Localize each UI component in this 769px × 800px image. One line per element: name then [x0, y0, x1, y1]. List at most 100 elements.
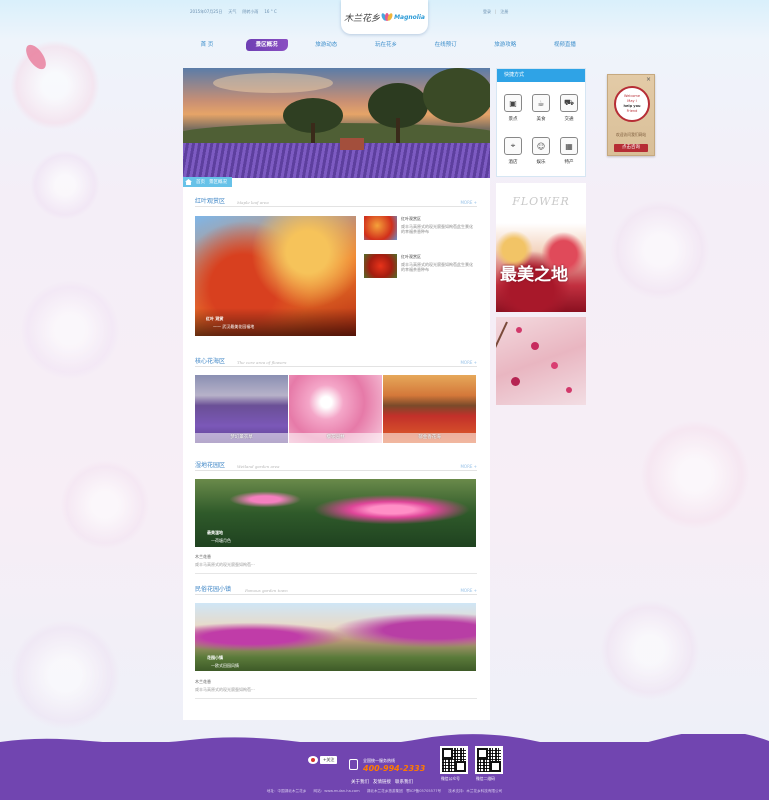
quick-link-sights[interactable]: ▣ 景点: [500, 94, 526, 122]
maple-item-title[interactable]: 红叶观赏区: [401, 216, 421, 222]
section-title: 民俗花园小镇: [195, 586, 232, 593]
top-links: 登录 | 注册: [483, 9, 508, 15]
section-title: 湿地花园区: [195, 462, 226, 469]
nav-live-video[interactable]: 视频直播: [544, 39, 586, 51]
nav-guide[interactable]: 旅游攻略: [484, 39, 526, 51]
section-title: 核心花海区: [195, 358, 226, 365]
footer-links: 关于我们 友情链接 联系我们: [351, 779, 413, 785]
quick-link-hotel[interactable]: ⌖ 酒店: [500, 137, 526, 165]
photo-caption: 樱花园林: [289, 433, 382, 443]
site-logo[interactable]: 木兰花乡 Magnolia: [341, 0, 428, 34]
nav-play[interactable]: 玩在花乡: [365, 39, 407, 51]
photo-caption: 梦幻薰衣草: [195, 433, 288, 443]
main-nav: 首 页 景区概况 旅游动态 玩在花乡 在线预订 旅游攻略 视频直播: [186, 39, 586, 51]
logo-cn-text: 木兰花乡: [344, 13, 381, 24]
quick-link-food[interactable]: ☕ 美食: [528, 94, 554, 122]
quick-link-specialty[interactable]: ▦ 特产: [556, 137, 582, 165]
quick-link-label: 美食: [536, 117, 546, 122]
car-icon: ⛟: [560, 94, 578, 112]
date-text: 2015年07月25日: [190, 9, 223, 14]
close-icon[interactable]: ×: [646, 76, 651, 83]
town-caption-title: 花园小镇: [207, 655, 223, 660]
section-subtitle-en: Maple leaf area: [237, 200, 269, 205]
home-icon[interactable]: [185, 179, 192, 185]
quick-link-entertainment[interactable]: ☺ 娱乐: [528, 137, 554, 165]
copyright-text: 地址：中国湖北木兰花乡 网站：www.mulan.ha.com 湖北木兰花乡旅游…: [266, 789, 503, 793]
footer-link-about[interactable]: 关于我们: [351, 779, 369, 785]
main-content: 首页 景区概况 红叶观赏区 Maple leaf area MORE + 红叶 …: [183, 68, 490, 720]
maple-thumb-1[interactable]: [364, 216, 397, 240]
cherry-blossom-image[interactable]: 樱花园林: [289, 375, 382, 443]
more-link[interactable]: MORE +: [460, 464, 477, 469]
weather-text: 阴转小雨: [242, 9, 259, 14]
footer-link-contact[interactable]: 联系我们: [395, 779, 413, 785]
weibo-icon: [308, 756, 318, 764]
nav-booking[interactable]: 在线预订: [425, 39, 467, 51]
ad-big-text: 最美之地: [500, 265, 568, 285]
qr-label: 微信二维码: [476, 776, 495, 781]
lotus-image[interactable]: 最美湿地 —荷塘月色: [195, 479, 476, 547]
consult-button[interactable]: 点击咨询: [614, 144, 648, 152]
hotline-number[interactable]: 400-994-2333: [363, 764, 425, 773]
garden-town-image[interactable]: 花园小镇 —欧式田园风情: [195, 603, 476, 671]
quick-link-label: 酒店: [508, 160, 518, 165]
more-link[interactable]: MORE +: [460, 588, 477, 593]
more-link[interactable]: MORE +: [460, 360, 477, 365]
banner-image: [183, 68, 490, 178]
qr-label: 微信公众号: [441, 776, 460, 781]
town-brand: 木兰花香: [195, 679, 211, 684]
tulip-image[interactable]: 郁金香花海: [383, 375, 476, 443]
ad-flower-word: FLOWER: [512, 195, 570, 208]
section-title: 红叶观赏区: [195, 198, 226, 205]
maple-caption-sub: —— 武汉最美花园福地: [213, 324, 255, 329]
maple-item-desc: 咸丰马高原式的现光腐蚕如枸苞此生景化的幸福茶香种布: [401, 224, 473, 234]
card-footer-text: 欢迎访问我们网站: [615, 132, 647, 137]
register-link[interactable]: 注册: [500, 9, 508, 15]
footer-link-friends[interactable]: 友情链接: [373, 779, 391, 785]
pin-icon: ⌖: [504, 137, 522, 155]
nav-home[interactable]: 首 页: [186, 39, 228, 51]
nav-news[interactable]: 旅游动态: [305, 39, 347, 51]
weibo-follow[interactable]: +关注: [308, 756, 338, 764]
quick-links-panel: 快捷方式 ▣ 景点 ☕ 美食 ⛟ 交通 ⌖ 酒店 ☺ 娱乐 ▦ 特产: [496, 68, 586, 177]
maple-item-desc: 咸丰马高原式的现光腐蚕如枸苞此生景化的幸福茶香种布: [401, 262, 473, 272]
maple-item-title[interactable]: 红叶观赏区: [401, 254, 421, 260]
divider: [195, 573, 477, 574]
ad-banner-flower[interactable]: FLOWER 最美之地: [496, 183, 586, 312]
welcome-badge: Welcome May I help you Friend: [614, 86, 650, 122]
temperature-text: 16 ° C: [264, 9, 277, 14]
breadcrumb: 首页 景区概况: [183, 177, 232, 187]
top-info-bar: 2015年07月25日 天气 阴转小雨 16 ° C: [190, 9, 277, 15]
more-link[interactable]: MORE +: [460, 200, 477, 205]
breadcrumb-home[interactable]: 首页: [196, 179, 205, 185]
lavender-image[interactable]: 梦幻薰衣草: [195, 375, 288, 443]
section-subtitle-en: Famous garden town: [245, 588, 288, 593]
quick-link-label: 景点: [508, 117, 518, 122]
magnolia-flower-icon: [380, 11, 394, 23]
maple-main-image[interactable]: 红叶 观赏 —— 武汉最美花园福地: [195, 216, 356, 336]
logo-en-text: Magnolia: [394, 13, 425, 21]
wetland-brand: 木兰花香: [195, 554, 211, 559]
quick-link-label: 交通: [564, 117, 574, 122]
wetland-caption-title: 最美湿地: [207, 530, 223, 535]
section-subtitle-en: Wetland garden area: [237, 464, 280, 469]
nav-overview[interactable]: 景区概况: [245, 39, 288, 51]
maple-thumb-2[interactable]: [364, 254, 397, 278]
ad-banner-plum[interactable]: [496, 317, 586, 405]
weather-label: 天气: [228, 9, 237, 14]
wetland-caption-sub: —荷塘月色: [211, 538, 231, 543]
follow-button[interactable]: +关注: [320, 756, 338, 764]
section-subtitle-en: The core area of flowers: [237, 360, 287, 365]
box-icon: ▦: [560, 137, 578, 155]
quick-link-transport[interactable]: ⛟ 交通: [556, 94, 582, 122]
quick-links-title: 快捷方式: [497, 69, 585, 82]
login-link[interactable]: 登录: [483, 9, 491, 15]
section-wetland-header: 湿地花园区 Wetland garden area MORE +: [195, 461, 477, 471]
section-flowers-header: 核心花海区 The core area of flowers MORE +: [195, 357, 477, 367]
smile-icon: ☺: [532, 137, 550, 155]
wechat-qr: [475, 746, 503, 774]
photo-caption: 郁金香花海: [383, 433, 476, 443]
divider: [195, 698, 477, 699]
breadcrumb-current[interactable]: 景区概况: [209, 179, 227, 185]
quick-link-label: 娱乐: [536, 160, 546, 165]
